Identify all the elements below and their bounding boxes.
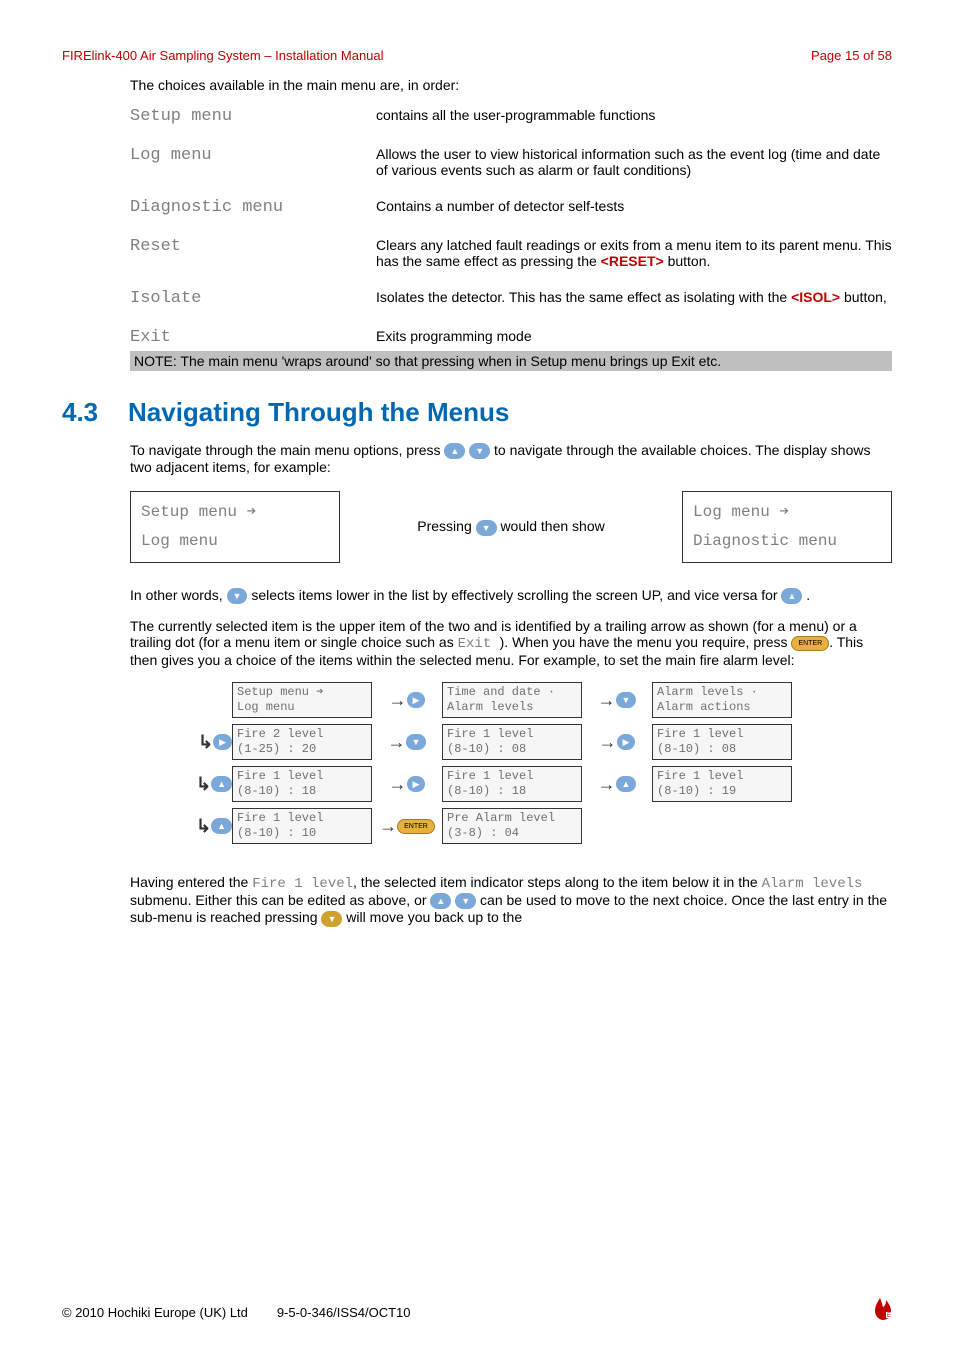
lcd-example-2: Log menu ➔ Diagnostic menu xyxy=(682,491,892,563)
down-arrow-icon: ▼ xyxy=(455,893,476,909)
up-arrow-icon: ▲ xyxy=(211,776,232,792)
down-arrow-icon: ▼ xyxy=(406,734,427,750)
diagram-cell: Fire 1 level(8-10) : 18 xyxy=(442,766,582,802)
up-arrow-icon: ▲ xyxy=(430,893,451,909)
menu-diag-desc: Contains a number of detector self-tests xyxy=(376,198,892,217)
page-number: Page 15 of 58 xyxy=(811,48,892,63)
menu-reset-desc: Clears any latched fault readings or exi… xyxy=(376,237,892,269)
enter-icon: ENTER xyxy=(791,636,829,651)
menu-exit-label: Exit xyxy=(130,328,366,347)
right-arrow-icon: ▶ xyxy=(617,734,636,750)
flow-arrow-icon: → xyxy=(389,690,407,711)
diagram-cell: Alarm levels ·Alarm actions xyxy=(652,682,792,718)
up-arrow-icon: ▲ xyxy=(211,818,232,834)
intro-text: The choices available in the main menu a… xyxy=(130,77,892,93)
diagram-cell: Pre Alarm level(3-8) : 04 xyxy=(442,808,582,844)
nav-para-2: In other words, ▼ selects items lower in… xyxy=(130,587,892,604)
doc-ref: 9-5-0-346/ISS4/OCT10 xyxy=(277,1305,411,1320)
nav-para-3: The currently selected item is the upper… xyxy=(130,618,892,668)
down-arrow-icon: ▼ xyxy=(476,520,497,536)
right-arrow-icon: ▶ xyxy=(407,692,426,708)
menu-definitions: Setup menu contains all the user-program… xyxy=(130,107,892,347)
up-arrow-icon: ▲ xyxy=(781,588,802,604)
note-wraps: NOTE: The main menu 'wraps around' so th… xyxy=(130,351,892,371)
doc-title: FIRElink-400 Air Sampling System – Insta… xyxy=(62,48,384,63)
right-arrow-icon: ▶ xyxy=(213,734,232,750)
menu-log-desc: Allows the user to view historical infor… xyxy=(376,146,892,178)
diagram-cell: Time and date ·Alarm levels xyxy=(442,682,582,718)
closing-para: Having entered the Fire 1 level, the sel… xyxy=(130,874,892,927)
down-arrow-icon: ▼ xyxy=(321,911,342,927)
diagram-cell: Fire 1 level(8-10) : 08 xyxy=(442,724,582,760)
menu-reset-label: Reset xyxy=(130,237,366,269)
copyright: © 2010 Hochiki Europe (UK) Ltd xyxy=(62,1305,248,1320)
diagram-cell: Fire 1 level(8-10) : 08 xyxy=(652,724,792,760)
nav-para-1: To navigate through the main menu option… xyxy=(130,442,892,475)
diagram-cell: Setup menu ➔Log menu xyxy=(232,682,372,718)
menu-isolate-label: Isolate xyxy=(130,289,366,308)
menu-diag-label: Diagnostic menu xyxy=(130,198,366,217)
menu-exit-desc: Exits programming mode xyxy=(376,328,892,347)
enter-icon: ENTER xyxy=(397,819,435,834)
menu-setup-desc: contains all the user-programmable funct… xyxy=(376,107,892,126)
pressing-text: Pressing ▼ would then show xyxy=(348,518,674,535)
diagram-cell: Fire 2 level(1-25) : 20 xyxy=(232,724,372,760)
lcd-example-1: Setup menu ➔ Log menu xyxy=(130,491,340,563)
down-arrow-icon: ▼ xyxy=(469,443,490,459)
menu-isolate-desc: Isolates the detector. This has the same… xyxy=(376,289,892,308)
down-arrow-icon: ▼ xyxy=(616,692,637,708)
diagram-cell: Fire 1 level(8-10) : 18 xyxy=(232,766,372,802)
reset-button-ref: <RESET> xyxy=(601,253,664,269)
down-arrow-icon: ▼ xyxy=(227,588,248,604)
right-arrow-icon: ▶ xyxy=(407,776,426,792)
diagram-cell: Fire 1 level(8-10) : 19 xyxy=(652,766,792,802)
isol-button-ref: <ISOL> xyxy=(791,289,840,305)
menu-setup-label: Setup menu xyxy=(130,107,366,126)
diagram-cell: Fire 1 level(8-10) : 10 xyxy=(232,808,372,844)
up-arrow-icon: ▲ xyxy=(444,443,465,459)
svg-text:E: E xyxy=(887,1313,891,1319)
hochiki-logo-icon: E xyxy=(874,1298,892,1320)
flow-arrow-icon: → xyxy=(598,690,616,711)
menu-log-label: Log menu xyxy=(130,146,366,178)
section-heading: 4.3Navigating Through the Menus xyxy=(62,397,892,428)
up-arrow-icon: ▲ xyxy=(616,776,637,792)
navigation-diagram: Setup menu ➔Log menu →▶ Time and date ·A… xyxy=(162,682,892,844)
